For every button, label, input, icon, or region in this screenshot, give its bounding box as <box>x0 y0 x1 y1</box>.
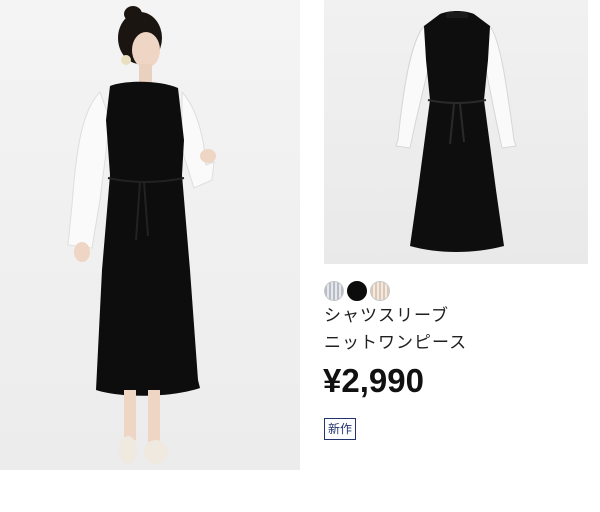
product-name[interactable]: シャツスリーブ ニットワンピース <box>324 303 594 357</box>
new-badge: 新作 <box>324 418 357 440</box>
swatch-beige[interactable] <box>370 281 390 301</box>
model-photo[interactable] <box>0 0 300 470</box>
product-name-line1: シャツスリーブ <box>324 306 449 326</box>
swatch-gray[interactable] <box>324 281 344 301</box>
product-price: ¥2,990 <box>323 362 424 399</box>
color-swatches <box>324 281 390 301</box>
product-name-line2: ニットワンピース <box>324 333 468 353</box>
model-wearing-dress-illustration <box>67 6 216 464</box>
flat-photo[interactable] <box>324 0 588 264</box>
swatch-black[interactable] <box>347 281 367 301</box>
dress-flat-lay-illustration <box>395 11 517 252</box>
